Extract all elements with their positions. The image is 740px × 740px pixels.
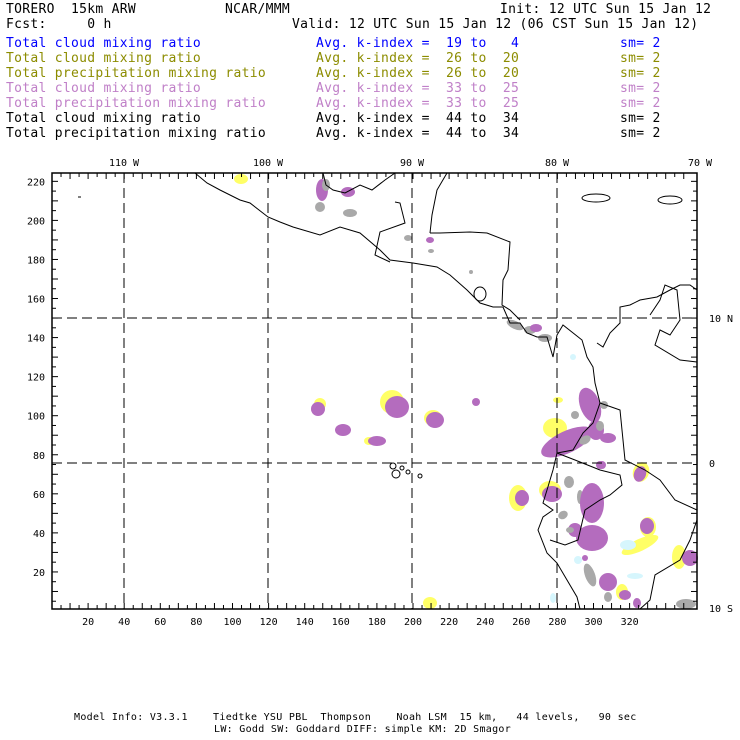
gray-contour-blob [404, 235, 412, 241]
galapagos-island [417, 473, 423, 479]
x-tick-label: 300 [584, 617, 602, 628]
coastline [374, 201, 406, 263]
gray-contour-blob [676, 599, 696, 609]
gray-contour-blob [558, 510, 568, 520]
latitude-label: 10 N [709, 314, 733, 325]
y-tick-label: 40 [33, 529, 45, 540]
y-tick-label: 200 [27, 216, 45, 227]
x-tick-label: 100 [223, 617, 241, 628]
purple-contour-blob [426, 412, 444, 428]
y-tick-label: 160 [27, 295, 45, 306]
x-tick-label: 200 [404, 617, 422, 628]
cyan-contour-blob [570, 354, 576, 360]
gray-contour-blob [596, 421, 604, 431]
x-tick-label: 80 [190, 617, 202, 628]
gray-contour-blob [538, 334, 552, 342]
purple-contour-blob [596, 461, 604, 469]
x-tick-label: 160 [332, 617, 350, 628]
latitude-label: 10 S [709, 604, 733, 615]
gray-contour-blob [564, 476, 574, 488]
y-tick-label: 80 [33, 451, 45, 462]
gray-contour-blob [315, 202, 325, 212]
purple-contour-blob [515, 490, 529, 506]
x-tick-label: 140 [296, 617, 314, 628]
x-tick-label: 180 [368, 617, 386, 628]
purple-contour-blob [472, 398, 480, 406]
coastline [430, 231, 521, 321]
purple-contour-blob [619, 590, 631, 600]
yellow-contour-blob [553, 397, 563, 403]
galapagos-island [399, 465, 405, 471]
purple-contour-blob [582, 555, 588, 561]
x-tick-label: 20 [82, 617, 94, 628]
purple-contour-blob [542, 486, 562, 502]
purple-contour-blob [633, 598, 641, 608]
x-tick-label: 240 [476, 617, 494, 628]
y-tick-label: 20 [33, 568, 45, 579]
y-tick-label: 60 [33, 490, 45, 501]
coastline [429, 172, 448, 234]
y-tick-label: 180 [27, 255, 45, 266]
yellow-contour-blob [234, 174, 248, 184]
gray-contour-blob [604, 592, 612, 602]
longitude-label: 90 W [400, 158, 425, 169]
purple-contour-blob [530, 324, 542, 332]
y-tick-label: 120 [27, 373, 45, 384]
gray-contour-blob [428, 249, 434, 253]
cyan-contour-blob [574, 556, 582, 564]
purple-contour-blob [335, 424, 351, 436]
model-info-line1: Model Info: V3.3.1 Tiedtke YSU PBL Thomp… [74, 712, 637, 723]
gray-contour-blob [343, 209, 357, 217]
y-tick-label: 220 [27, 177, 45, 188]
x-tick-label: 320 [621, 617, 639, 628]
x-tick-label: 260 [512, 617, 530, 628]
x-tick-label: 120 [260, 617, 278, 628]
gray-contour-blob [571, 411, 579, 419]
y-tick-label: 100 [27, 412, 45, 423]
purple-contour-blob [599, 573, 617, 591]
purple-contour-blob [385, 396, 409, 418]
longitude-label: 110 W [109, 158, 140, 169]
purple-contour-blob [600, 433, 616, 443]
x-tick-label: 60 [154, 617, 166, 628]
longitude-label: 70 W [688, 158, 713, 169]
island-cuba [581, 193, 611, 203]
x-tick-label: 220 [440, 617, 458, 628]
y-tick-label: 140 [27, 334, 45, 345]
yellow-contour-blob [423, 597, 437, 609]
coastline [596, 284, 698, 348]
purple-contour-blob [368, 436, 386, 446]
map-plot: 20 40 60 80 100 120 140 160 180 200 220 20 40 60 80 100… [27, 158, 733, 628]
purple-contour-blob [311, 402, 325, 416]
galapagos-island [405, 469, 411, 475]
island-hispaniola [657, 195, 683, 205]
x-tick-label: 40 [118, 617, 130, 628]
purple-contour-blob [426, 237, 434, 243]
coastline [194, 172, 601, 610]
galapagos-island [389, 462, 397, 470]
model-info-line2: LW: Godd SW: Goddard DIFF: simple KM: 2D… [214, 724, 512, 735]
galapagos-island [391, 469, 401, 479]
gray-contour-blob [583, 563, 597, 587]
latitude-label: 0 [709, 459, 715, 470]
cyan-contour-blob [550, 593, 556, 603]
longitude-label: 80 W [545, 158, 570, 169]
cyan-contour-blob [620, 540, 636, 550]
gray-contour-blob [469, 270, 473, 274]
lake-nicaragua [473, 286, 487, 302]
longitude-label: 100 W [253, 158, 284, 169]
coastline [599, 402, 698, 511]
purple-contour-blob [640, 518, 654, 534]
gray-contour-blob [566, 527, 574, 533]
x-tick-label: 280 [548, 617, 566, 628]
cyan-contour-blob [627, 573, 643, 579]
